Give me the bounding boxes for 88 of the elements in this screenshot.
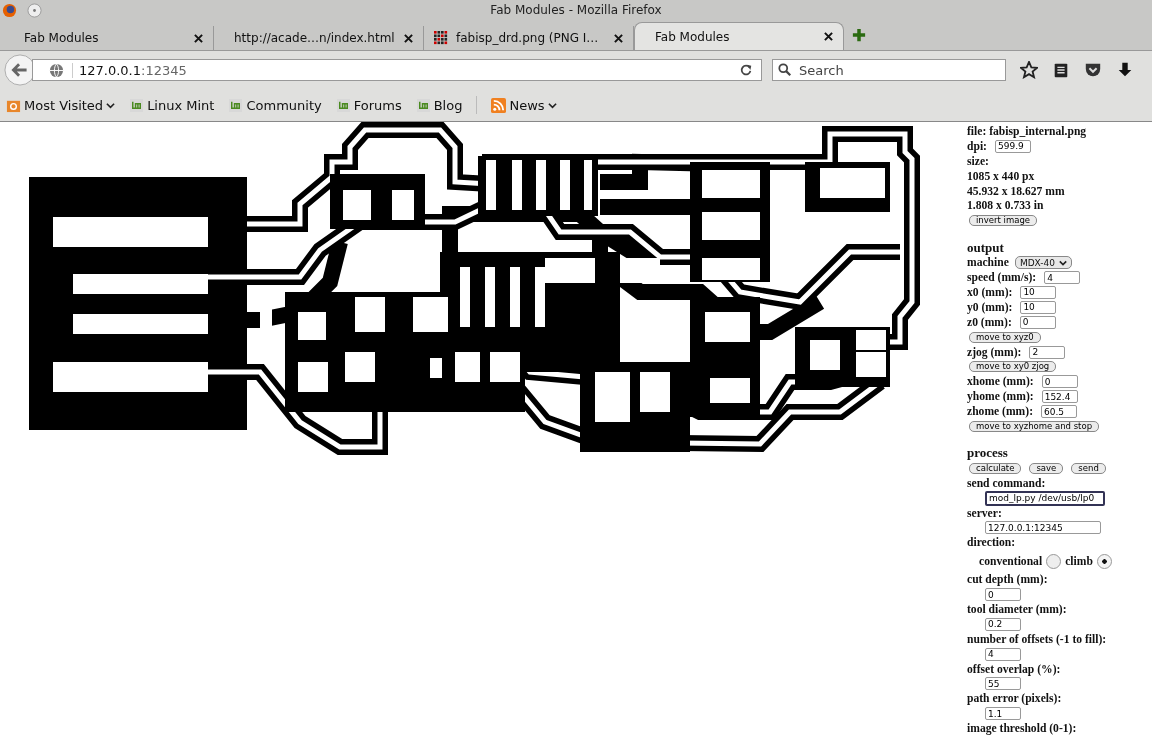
form-label: speed (mm/s): bbox=[967, 271, 1037, 285]
button[interactable]: save bbox=[1029, 462, 1064, 474]
form-label: number of offsets (-1 to fill): bbox=[967, 632, 1107, 646]
input-field[interactable]: 0.2 bbox=[985, 617, 1021, 631]
form-label: y0 (mm): bbox=[967, 300, 1013, 314]
browser-logo-icon bbox=[2, 2, 17, 18]
machine-dropdown[interactable]: MDX-40 bbox=[1014, 256, 1072, 270]
mint-logo-icon bbox=[415, 97, 431, 113]
bookmark-item[interactable]: Blog bbox=[415, 97, 463, 113]
input-field[interactable]: 4 bbox=[985, 647, 1021, 661]
mint-logo-icon bbox=[228, 97, 244, 113]
pocket-icon[interactable] bbox=[1084, 61, 1102, 79]
browser-tab[interactable]: http://acade…n/index.html bbox=[214, 26, 424, 50]
button[interactable]: send bbox=[1071, 462, 1106, 474]
input-field[interactable]: 4 bbox=[1044, 271, 1081, 285]
form-label: 1085 x 440 px bbox=[967, 169, 1035, 183]
url-host: 127.0.0.1 bbox=[79, 62, 142, 78]
chevron-down-icon bbox=[1059, 258, 1067, 267]
feed-icon bbox=[491, 97, 507, 113]
input-field[interactable]: 0 bbox=[1019, 315, 1056, 329]
mint-logo-icon bbox=[129, 97, 145, 113]
input-field[interactable]: mod_lp.py /dev/usb/lp0 bbox=[985, 490, 1105, 506]
grid-icon bbox=[434, 31, 448, 45]
close-icon[interactable] bbox=[614, 33, 623, 43]
form-label: zjog (mm): bbox=[967, 345, 1022, 359]
reload-icon[interactable] bbox=[739, 63, 753, 77]
url-port: :12345 bbox=[141, 62, 187, 78]
address-bar[interactable]: 127.0.0.1:12345 bbox=[32, 59, 762, 81]
bookmark-item[interactable]: Linux Mint bbox=[129, 97, 215, 113]
radio-button[interactable] bbox=[1046, 553, 1062, 569]
button[interactable]: calculate bbox=[969, 462, 1022, 474]
button[interactable]: move to xyz0 bbox=[969, 331, 1041, 343]
list-icon[interactable] bbox=[1052, 61, 1070, 79]
form-label: z0 (mm): bbox=[967, 315, 1012, 329]
input-field[interactable]: 599.9 bbox=[995, 139, 1031, 153]
bookmark-item[interactable]: News bbox=[491, 97, 557, 113]
form-label: 1.808 x 0.733 in bbox=[967, 199, 1044, 213]
input-field[interactable]: 60.5 bbox=[1041, 405, 1077, 419]
input-field[interactable]: 0 bbox=[985, 588, 1021, 602]
bookmark-item[interactable]: Forums bbox=[335, 97, 402, 113]
search-field[interactable]: Search bbox=[772, 59, 1006, 81]
form-label: file: fabisp_internal.png bbox=[967, 124, 1087, 138]
plus-icon[interactable] bbox=[852, 28, 866, 42]
input-field[interactable]: 0 bbox=[1041, 375, 1078, 389]
form-label: offset overlap (%): bbox=[967, 662, 1061, 676]
form-label: size: bbox=[967, 154, 989, 168]
input-field[interactable]: 152.4 bbox=[1041, 390, 1078, 404]
radio-label: conventional bbox=[979, 554, 1043, 568]
download-icon[interactable] bbox=[1116, 61, 1134, 79]
form-label: path error (pixels): bbox=[967, 692, 1062, 706]
radio-label: climb bbox=[1065, 554, 1093, 568]
browser-tab[interactable]: Fab Modules bbox=[634, 22, 844, 50]
form-label: server: bbox=[967, 506, 1002, 520]
form-label: cut depth (mm): bbox=[967, 573, 1048, 587]
input-field[interactable]: 127.0.0.1:12345 bbox=[985, 521, 1101, 535]
radio-button[interactable] bbox=[1096, 553, 1112, 569]
form-label: machine bbox=[967, 256, 1009, 270]
button[interactable]: invert image bbox=[969, 215, 1037, 227]
input-field[interactable]: 10 bbox=[1020, 285, 1057, 299]
mint-logo-icon bbox=[335, 97, 351, 113]
window-title: Fab Modules - Mozilla Firefox bbox=[490, 3, 662, 17]
form-label: send command: bbox=[967, 476, 1046, 490]
form-label: image threshold (0-1): bbox=[967, 722, 1077, 736]
search-icon bbox=[778, 63, 792, 77]
button[interactable]: move to xyzhome and stop bbox=[969, 420, 1100, 432]
form-label: xhome (mm): bbox=[967, 375, 1034, 389]
section-heading: output bbox=[967, 239, 1004, 256]
form-label: 45.932 x 18.627 mm bbox=[967, 184, 1065, 198]
section-heading: process bbox=[967, 445, 1008, 462]
input-field[interactable]: 1.1 bbox=[985, 707, 1021, 721]
form-label: x0 (mm): bbox=[967, 285, 1013, 299]
form-label: zhome (mm): bbox=[967, 405, 1033, 419]
browser-tab[interactable]: Fab Modules bbox=[4, 26, 214, 50]
input-field[interactable]: 55 bbox=[985, 677, 1021, 691]
form-label: tool diameter (mm): bbox=[967, 603, 1067, 616]
close-icon[interactable] bbox=[194, 33, 203, 43]
form-label: dpi: bbox=[967, 139, 987, 153]
close-icon[interactable] bbox=[824, 32, 833, 41]
form-label: direction: bbox=[967, 536, 1016, 550]
bookmark-item[interactable]: Community bbox=[228, 97, 322, 113]
input-field[interactable]: 10 bbox=[1020, 300, 1057, 314]
globe-icon bbox=[49, 62, 64, 78]
form-label: yhome (mm): bbox=[967, 390, 1034, 404]
input-field[interactable]: 2 bbox=[1029, 345, 1066, 359]
star-icon[interactable] bbox=[1020, 61, 1038, 79]
button[interactable]: move to xy0 zjog bbox=[969, 361, 1057, 373]
close-icon[interactable] bbox=[404, 33, 413, 43]
bookmark-item[interactable]: Most Visited bbox=[6, 97, 116, 113]
